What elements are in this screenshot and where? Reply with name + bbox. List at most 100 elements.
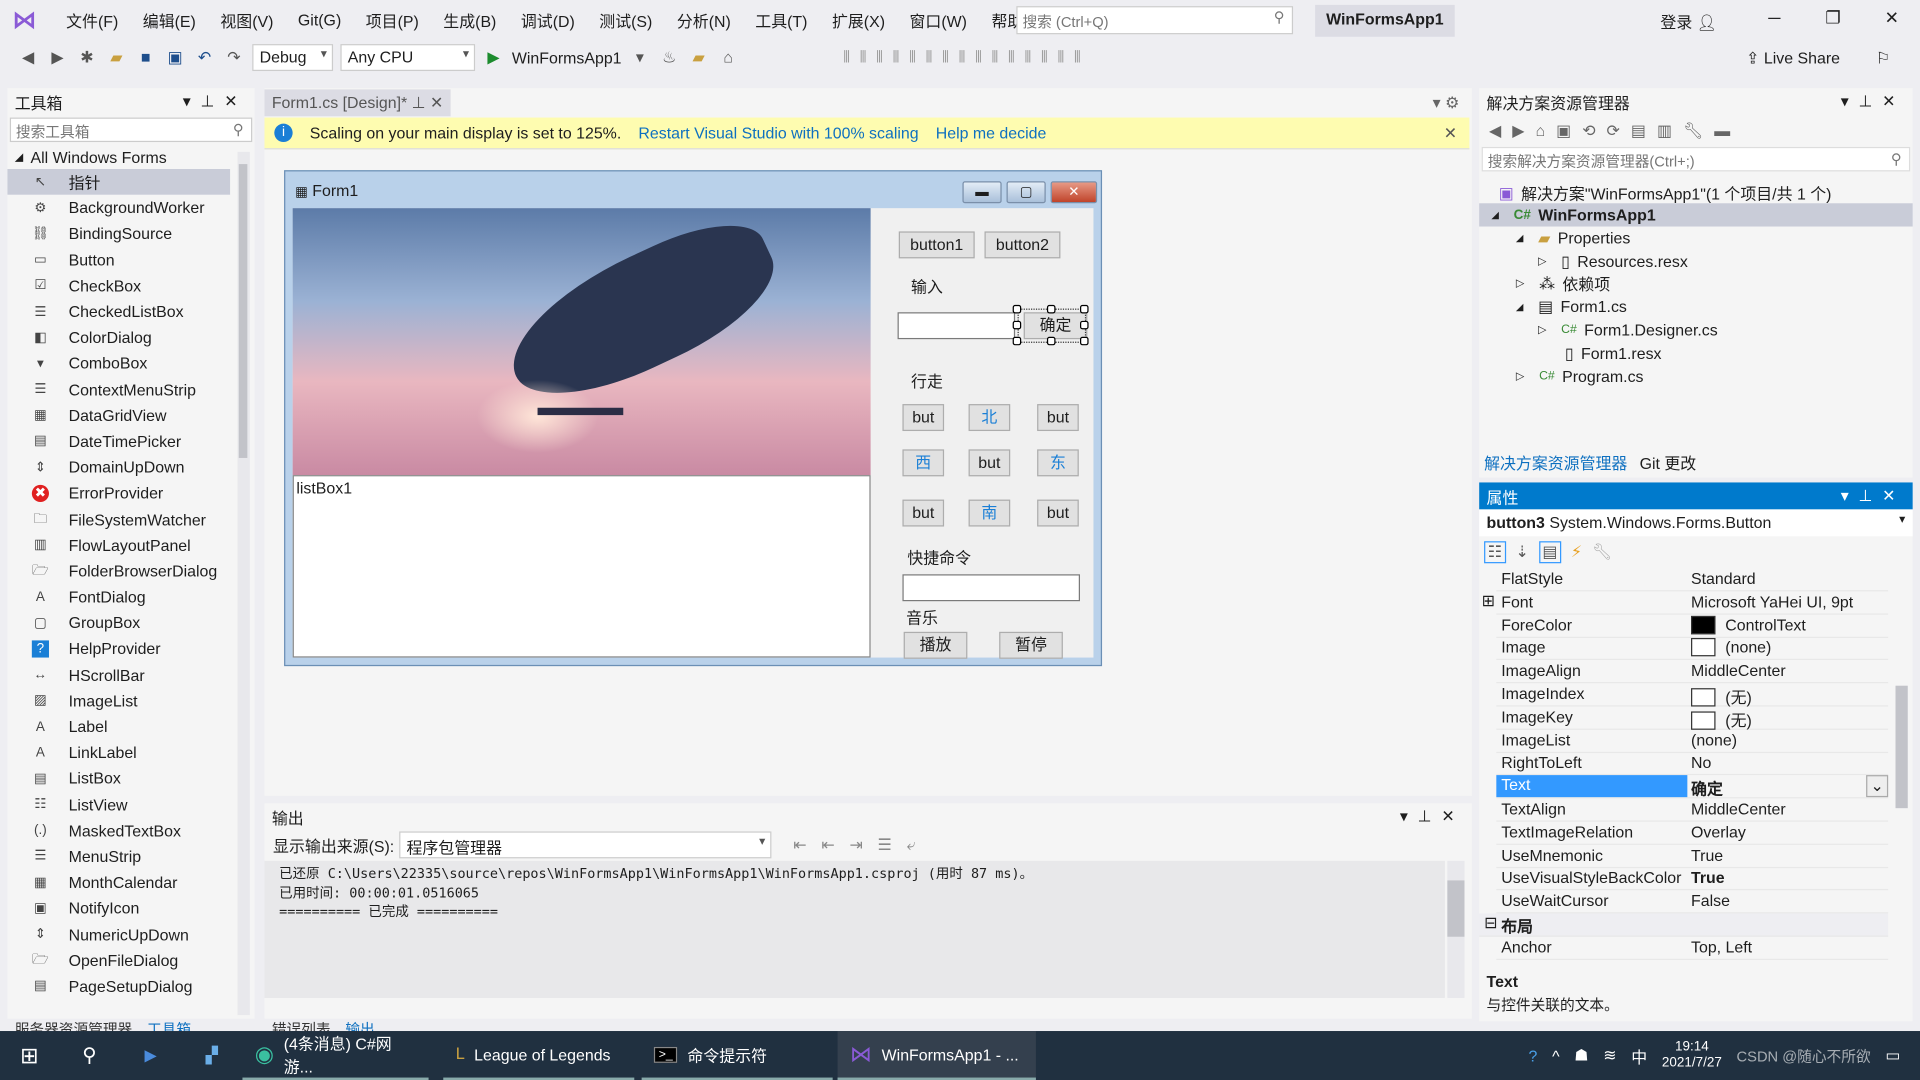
document-dropdown-icon[interactable]: ▾ ⚙ (1433, 93, 1460, 113)
start-icon[interactable]: ⊞ (0, 1043, 59, 1069)
tree-form1-resx[interactable]: ▯ Form1.resx (1565, 342, 1662, 365)
forward-icon[interactable]: ▶ (47, 47, 69, 69)
input-textbox[interactable] (897, 312, 1016, 340)
form1-window[interactable]: ▦ Form1 ▬ ▢ ✕ listBox1 button1 button2 输… (284, 170, 1103, 667)
panel-controls-icon[interactable]: ▾⊥✕ (1841, 486, 1906, 506)
output-scrollbar[interactable] (1447, 860, 1465, 998)
property-row[interactable]: ⌄ Text 确定 (1496, 775, 1889, 799)
property-value[interactable]: Standard (1691, 569, 1756, 587)
find-in-files-icon[interactable]: ▰ (688, 47, 710, 69)
tree-solution[interactable]: ▣ 解决方案"WinFormsApp1"(1 个项目/共 1 个) (1499, 181, 1832, 204)
toolbox-item[interactable]: ☑ CheckBox (7, 273, 230, 299)
toolbox-item[interactable]: ◧ ColorDialog (7, 325, 230, 351)
property-row[interactable]: Anchor Top, Left (1496, 936, 1889, 960)
toolbox-item[interactable]: ☰ CheckedListBox (7, 299, 230, 325)
menu-test[interactable]: 测试(S) (587, 9, 665, 32)
toolbox-item[interactable]: A Label (7, 714, 230, 740)
property-value[interactable]: No (1691, 754, 1711, 772)
toolbox-item[interactable]: ▭Panel (7, 999, 230, 1001)
grid-button-5[interactable]: but (968, 449, 1011, 477)
grid-button-7[interactable]: but (902, 499, 945, 527)
property-value[interactable]: True (1691, 846, 1723, 864)
menu-tools[interactable]: 工具(T) (743, 9, 820, 32)
menu-project[interactable]: 项目(P) (353, 9, 431, 32)
resize-handle[interactable] (1012, 304, 1022, 314)
property-row[interactable]: UseVisualStyleBackColor True (1496, 867, 1889, 891)
toolbox-item[interactable]: ▦ MonthCalendar (7, 869, 230, 895)
menu-analyze[interactable]: 分析(N) (665, 9, 743, 32)
tree-program[interactable]: ▷ C# Program.cs (1516, 365, 1644, 388)
resize-handle[interactable] (1080, 336, 1089, 346)
property-row[interactable]: Image (none) (1496, 637, 1889, 661)
search-icon[interactable]: ⚲ (59, 1043, 120, 1067)
solution-toolbar[interactable]: ◀▶⌂▣⟲⟳▤▥🔧︎▬ (1479, 115, 1912, 147)
property-row[interactable]: ImageKey (无) (1496, 706, 1889, 731)
toolbox-item[interactable]: ▢ GroupBox (7, 610, 230, 636)
menu-view[interactable]: 视图(V) (208, 9, 286, 32)
object-selector[interactable]: button3 System.Windows.Forms.Button ▾ (1479, 509, 1913, 537)
property-row[interactable]: ⊞ Font Microsoft YaHei UI, 9pt (1482, 591, 1889, 615)
toolbox-item[interactable]: ⇕ DomainUpDown (7, 454, 230, 480)
panel-controls-icon[interactable]: ▾⊥✕ (1400, 807, 1465, 827)
shortcut-textbox[interactable] (902, 574, 1081, 602)
east-button[interactable]: 东 (1037, 449, 1079, 477)
close-info-icon[interactable]: ✕ (1444, 123, 1457, 143)
menu-edit[interactable]: 编辑(E) (131, 9, 209, 32)
close-button[interactable]: ✕ (1873, 7, 1910, 28)
start-icon[interactable]: ▶ (482, 47, 504, 69)
collapse-icon[interactable]: ⊟ (1484, 913, 1497, 933)
toolbox-item[interactable]: ☰ ContextMenuStrip (7, 377, 230, 403)
configuration-select[interactable]: Debug (252, 44, 334, 72)
save-icon[interactable]: ■ (135, 47, 157, 69)
chevron-down-icon[interactable]: ▾ (629, 47, 651, 69)
picture-box[interactable] (292, 208, 871, 476)
tree-form1-designer[interactable]: ▷ C# Form1.Designer.cs (1538, 318, 1718, 341)
south-button[interactable]: 南 (968, 499, 1011, 527)
toolbox-search-input[interactable]: 搜索工具箱 ⚲ (9, 117, 253, 143)
scrollbar-thumb[interactable] (238, 164, 248, 458)
restart-link[interactable]: Restart Visual Studio with 100% scaling (638, 124, 918, 142)
minimize-button[interactable]: ─ (1756, 7, 1793, 27)
toolbox-scrollbar[interactable] (237, 151, 250, 1016)
property-value[interactable]: MiddleCenter (1691, 800, 1786, 818)
new-project-icon[interactable]: ✱ (76, 47, 98, 69)
property-value[interactable]: (无) (1691, 708, 1752, 731)
property-value[interactable]: True (1691, 869, 1725, 887)
alphabetical-icon[interactable]: ⇣ (1515, 542, 1528, 562)
toolbox-item[interactable]: 🗀︎ FileSystemWatcher (7, 506, 230, 532)
toolbox-item[interactable]: ✖ ErrorProvider (7, 480, 230, 506)
toolbox-item[interactable]: ▤ ListBox (7, 766, 230, 792)
property-value[interactable]: False (1691, 892, 1730, 910)
menu-extensions[interactable]: 扩展(X) (820, 9, 898, 32)
hot-reload-icon[interactable]: ♨ (658, 47, 680, 69)
property-row[interactable]: ForeColor ControlText (1496, 614, 1889, 638)
form-maximize-button[interactable]: ▢ (1006, 181, 1046, 204)
property-row[interactable]: UseMnemonic True (1496, 844, 1889, 868)
toolbox-item[interactable]: ↖ 指针 (7, 168, 231, 195)
app-icon[interactable]: ▞ (181, 1046, 242, 1066)
property-row[interactable]: FlatStyle Standard (1496, 568, 1889, 592)
toolbox-group-header[interactable]: ◢ All Windows Forms (7, 144, 254, 168)
properties-icon[interactable]: ▤ (1538, 541, 1562, 564)
toolbox-item[interactable]: A LinkLabel (7, 740, 230, 766)
resize-handle[interactable] (1080, 304, 1089, 314)
west-button[interactable]: 西 (902, 449, 945, 477)
back-icon[interactable]: ◀ (17, 47, 39, 69)
pause-button[interactable]: 暂停 (999, 631, 1063, 659)
qq-icon[interactable]: ☗ (1574, 1046, 1588, 1066)
taskbar-visual-studio[interactable]: ⋈ WinFormsApp1 - ... (837, 1031, 1036, 1080)
resize-handle[interactable] (1046, 304, 1056, 314)
output-text[interactable]: 已还原 C:\Users\22335\source\repos\WinForms… (264, 860, 1445, 998)
tab-solution-explorer[interactable]: 解决方案资源管理器 (1484, 451, 1627, 474)
menu-git[interactable]: Git(G) (286, 11, 354, 29)
button2[interactable]: button2 (984, 231, 1061, 259)
toolbox-item[interactable]: ▣ NotifyIcon (7, 895, 230, 921)
form-minimize-button[interactable]: ▬ (962, 181, 1002, 204)
property-value[interactable]: (none) (1691, 638, 1771, 657)
events-icon[interactable]: ⚡ (1571, 542, 1582, 562)
resize-handle[interactable] (1080, 320, 1089, 330)
taskbar-edge[interactable]: ◉ (4条消息) C#网游... (242, 1031, 429, 1080)
output-tool-icons[interactable]: ⇤⇤⇥☰⤶ (793, 835, 930, 855)
play-button[interactable]: 播放 (903, 631, 968, 659)
ime-indicator[interactable]: 中 (1631, 1044, 1647, 1067)
